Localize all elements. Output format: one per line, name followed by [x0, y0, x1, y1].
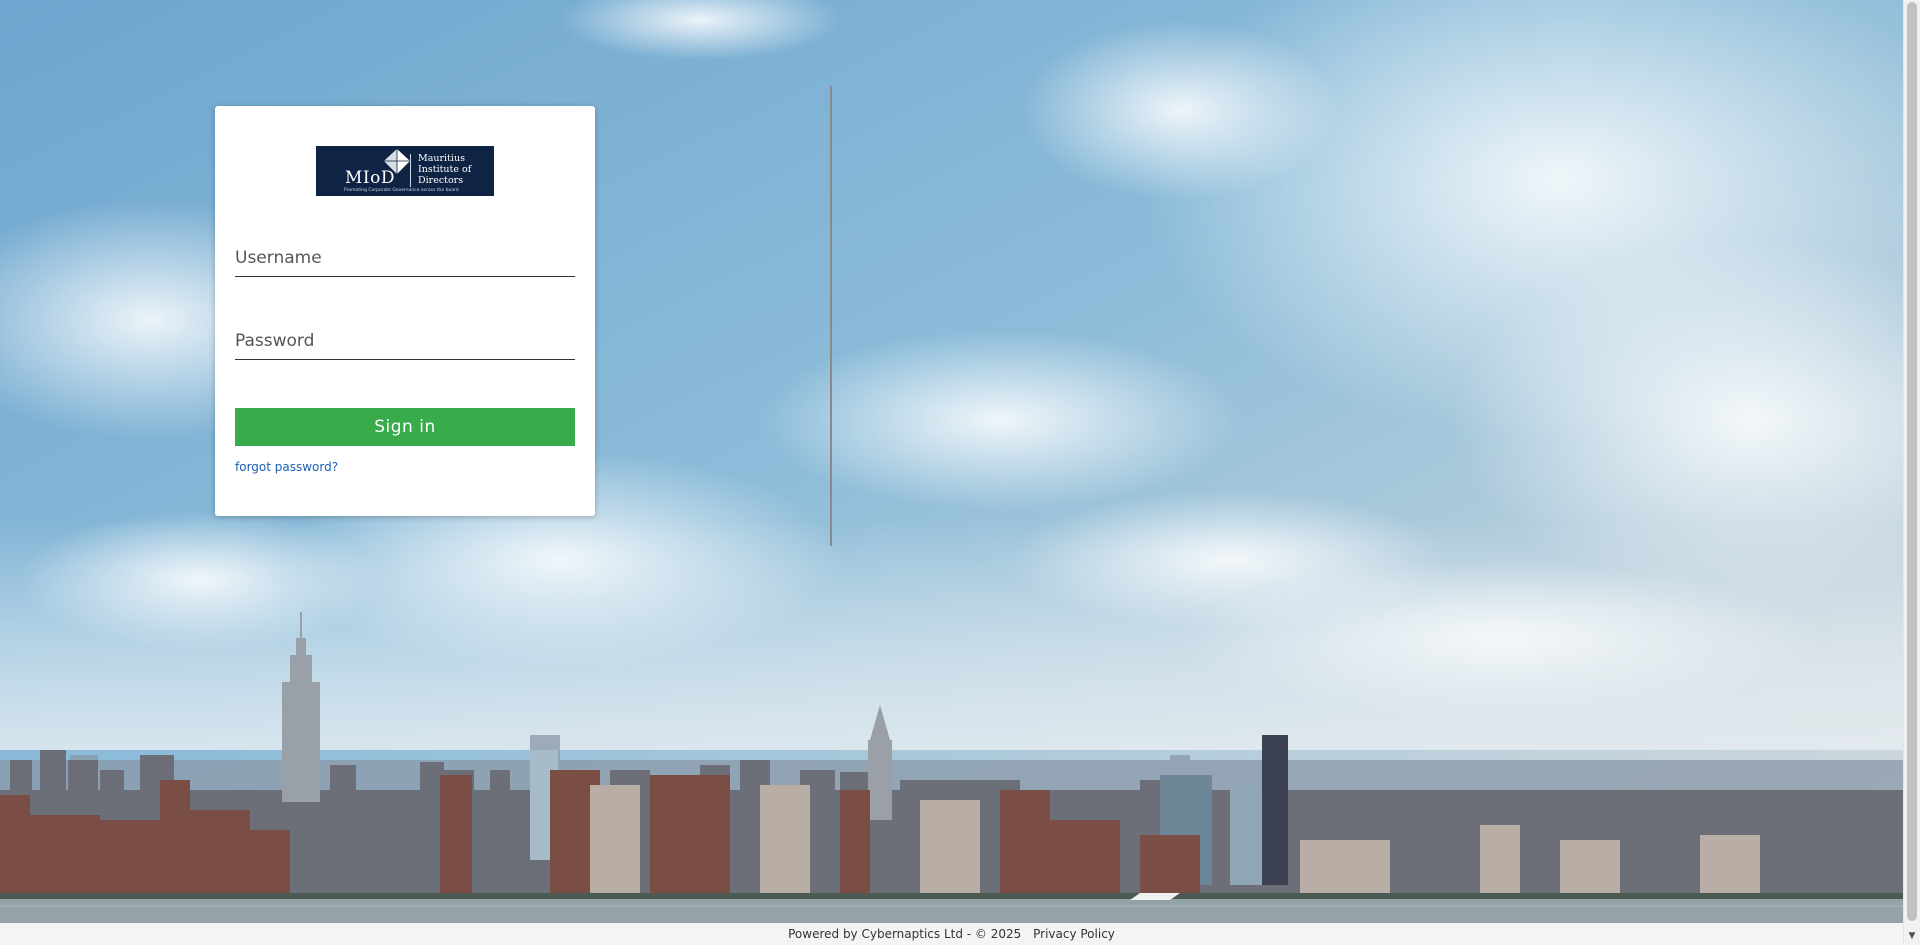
logo-name: Mauritius Institute of Directors [418, 153, 471, 186]
miod-logo: MIoD Mauritius Institute of Directors Pr… [316, 146, 494, 196]
logo-separator [410, 154, 411, 187]
scrollbar-thumb[interactable] [1907, 2, 1917, 921]
vertical-divider [830, 86, 832, 546]
diamond-logo-icon [382, 147, 412, 181]
powered-by-text: Powered by Cybernaptics Ltd - © 2025 [788, 927, 1022, 941]
password-field[interactable] [235, 323, 575, 360]
forgot-password-link[interactable]: forgot password? [235, 460, 338, 474]
login-page: MIoD Mauritius Institute of Directors Pr… [0, 0, 1920, 945]
login-card: MIoD Mauritius Institute of Directors Pr… [215, 106, 595, 516]
chevron-down-icon[interactable]: ▼ [1904, 928, 1920, 945]
footer: Powered by Cybernaptics Ltd - © 2025 Pri… [0, 923, 1903, 945]
privacy-policy-link[interactable]: Privacy Policy [1033, 927, 1115, 941]
logo-name-line1: Mauritius [418, 153, 465, 164]
vertical-scrollbar[interactable]: ▲ ▼ [1903, 0, 1920, 945]
username-field[interactable] [235, 240, 575, 277]
logo-name-line3: Directors [418, 175, 464, 186]
logo-tagline: Promoting Corporate Governance across th… [344, 188, 459, 193]
sign-in-button[interactable]: Sign in [235, 408, 575, 446]
logo-name-line2: Institute of [418, 164, 472, 175]
